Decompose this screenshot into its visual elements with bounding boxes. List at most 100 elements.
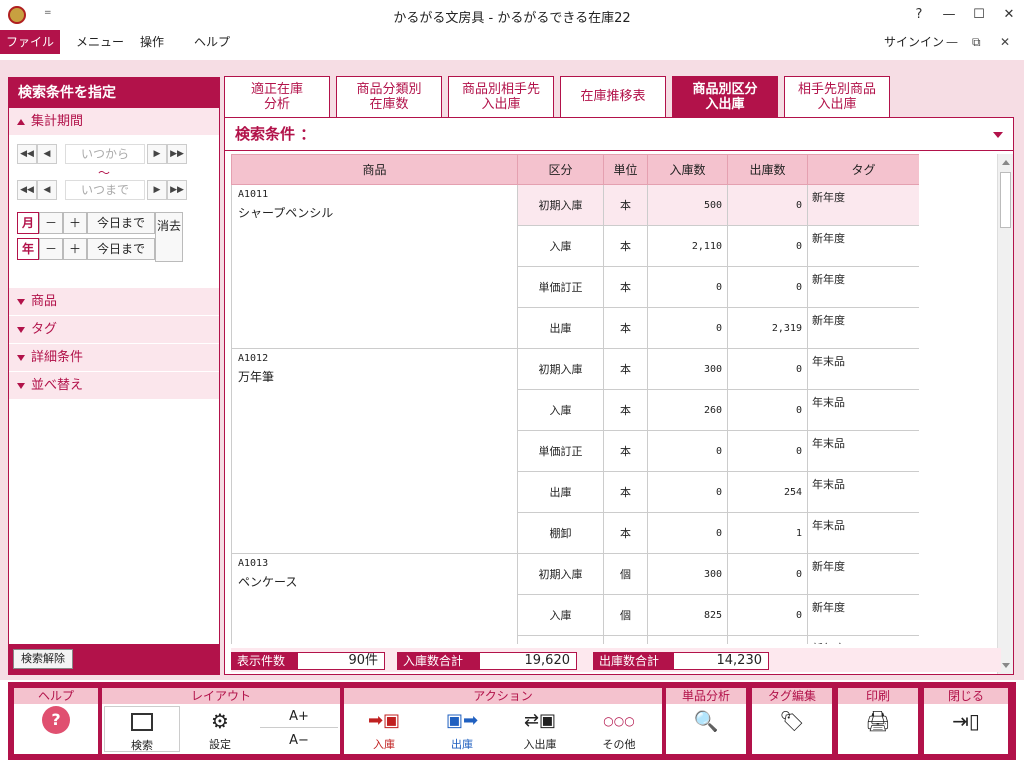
layout-search-label: 検索 — [131, 739, 153, 752]
product-cell[interactable]: A1013 ペンケース — [231, 553, 518, 644]
single-analysis-button[interactable]: 🔍 — [666, 706, 746, 752]
help-button[interactable]: ? — [14, 706, 98, 752]
out-total-value: 14,230 — [673, 652, 769, 670]
clear-period-button[interactable]: 消去 — [155, 212, 183, 262]
last-icon[interactable]: ▶▶ — [167, 144, 187, 164]
col-kubun[interactable]: 区分 — [517, 154, 604, 185]
chevron-down-icon[interactable] — [993, 132, 1003, 138]
in-total-label: 入庫数合計 — [397, 652, 479, 670]
font-up-button[interactable]: A+ — [260, 706, 338, 728]
product-name: ペンケース — [238, 575, 298, 589]
prev-icon[interactable]: ◀ — [37, 180, 57, 200]
ribbon-minimize-icon[interactable]: — — [946, 30, 958, 54]
menu-menu[interactable]: メニュー — [64, 30, 136, 54]
section-period[interactable]: 集計期間 — [9, 108, 219, 136]
col-tag[interactable]: タグ — [807, 154, 919, 185]
tag-edit-button[interactable]: 🏷 — [752, 706, 832, 752]
kubun-cell — [517, 635, 604, 644]
layout-settings-button[interactable]: ⚙ 設定 — [182, 706, 258, 752]
more-icon: ○○○ — [603, 714, 635, 728]
layout-settings-label: 設定 — [209, 738, 231, 751]
unit-cell: 本 — [603, 184, 648, 226]
table-row[interactable]: A1012 万年筆 初期入庫 本 300 0 年末品 — [231, 348, 919, 554]
in-cell: 0 — [647, 471, 728, 513]
tag-icon: 🏷 — [779, 709, 805, 733]
tab-product-partner[interactable]: 商品別相手先 入出庫 — [448, 76, 554, 118]
print-button[interactable]: 🖨 — [838, 706, 918, 752]
out-cell: 1 — [727, 512, 808, 554]
action-out-label: 出庫 — [451, 738, 473, 751]
tab-product-kubun[interactable]: 商品別区分 入出庫 — [672, 76, 778, 118]
unit-cell: 個 — [603, 594, 648, 636]
unit-cell: 個 — [603, 553, 648, 595]
product-cell[interactable]: A1012 万年筆 — [231, 348, 518, 554]
year-plus-button[interactable]: ＋ — [63, 238, 87, 260]
next-icon[interactable]: ▶ — [147, 180, 167, 200]
menu-file[interactable]: ファイル — [0, 30, 60, 54]
month-minus-button[interactable]: － — [39, 212, 63, 234]
col-out[interactable]: 出庫数 — [727, 154, 808, 185]
section-sort-label: 並べ替え — [31, 378, 84, 393]
table-row[interactable]: A1011 シャープペンシル 初期入庫 本 500 0 新年度 — [231, 184, 919, 349]
action-other-button[interactable]: ○○○ その他 — [580, 706, 658, 752]
col-product[interactable]: 商品 — [231, 154, 518, 185]
minimize-icon[interactable]: — — [934, 4, 964, 26]
font-down-button[interactable]: A− — [260, 730, 338, 752]
action-inout-label: 入出庫 — [523, 738, 557, 751]
last-icon[interactable]: ▶▶ — [167, 180, 187, 200]
scroll-up-icon[interactable] — [1002, 160, 1010, 165]
help-icon[interactable]: ? — [904, 4, 934, 26]
close-icon[interactable]: ✕ — [994, 4, 1024, 26]
col-unit[interactable]: 単位 — [603, 154, 648, 185]
maximize-icon[interactable]: ☐ — [964, 4, 994, 26]
month-today-button[interactable]: 今日まで — [87, 212, 155, 234]
col-in[interactable]: 入庫数 — [647, 154, 728, 185]
tab-line2: 分析 — [263, 97, 290, 112]
month-label: 月 — [17, 212, 39, 234]
out-cell: 0 — [727, 430, 808, 472]
section-detail[interactable]: 詳細条件 — [9, 344, 219, 372]
section-sort[interactable]: 並べ替え — [9, 372, 219, 400]
scroll-thumb[interactable] — [1000, 172, 1011, 228]
layout-search-button[interactable]: 検索 — [104, 706, 180, 752]
scroll-down-icon[interactable] — [1002, 663, 1010, 668]
menu-help[interactable]: ヘルプ — [182, 30, 242, 54]
to-date-field[interactable]: いつまで — [65, 180, 145, 200]
first-icon[interactable]: ◀◀ — [17, 180, 37, 200]
tab-line1: 相手先別商品 — [797, 82, 876, 97]
signin-link[interactable]: サインイン — [884, 30, 944, 54]
section-tag[interactable]: タグ — [9, 316, 219, 344]
tab-line1: 商品分類別 — [356, 82, 422, 97]
tab-category-stock[interactable]: 商品分類別 在庫数 — [336, 76, 442, 118]
action-out-button[interactable]: ▣➡ 出庫 — [424, 706, 500, 752]
first-icon[interactable]: ◀◀ — [17, 144, 37, 164]
ribbon-close-icon[interactable]: ✕ — [1000, 30, 1010, 54]
tag-cell: 新年度 — [807, 184, 919, 226]
section-product[interactable]: 商品 — [9, 288, 219, 316]
product-cell[interactable]: A1011 シャープペンシル — [231, 184, 518, 349]
action-in-button[interactable]: ➡▣ 入庫 — [346, 706, 422, 752]
box-out-icon: ▣➡ — [445, 710, 479, 731]
month-plus-button[interactable]: ＋ — [63, 212, 87, 234]
table-row[interactable]: A1013 ペンケース 初期入庫 個 300 0 新年度 — [231, 553, 919, 644]
vertical-scrollbar[interactable] — [997, 154, 1013, 674]
tab-stock-trend[interactable]: 在庫推移表 — [560, 76, 666, 118]
year-today-button[interactable]: 今日まで — [87, 238, 155, 260]
clear-search-button[interactable]: 検索解除 — [13, 649, 73, 669]
out-cell: 0 — [727, 389, 808, 431]
year-minus-button[interactable]: － — [39, 238, 63, 260]
ribbon-restore-icon[interactable]: ⧉ — [972, 30, 981, 54]
next-icon[interactable]: ▶ — [147, 144, 167, 164]
to-date-row: ◀◀ ◀ いつまで ▶ ▶▶ — [17, 180, 191, 200]
tab-stock-analysis[interactable]: 適正在庫 分析 — [224, 76, 330, 118]
year-label: 年 — [17, 238, 39, 260]
expand-icon — [17, 382, 25, 389]
from-date-field[interactable]: いつから — [65, 144, 145, 164]
tab-partner-product[interactable]: 相手先別商品 入出庫 — [784, 76, 890, 118]
search-condition-bar[interactable]: 検索条件 ： — [225, 118, 1013, 151]
close-button[interactable]: ⇥▯ — [924, 706, 1008, 752]
kubun-cell: 出庫 — [517, 307, 604, 349]
menu-operation[interactable]: 操作 — [128, 30, 176, 54]
action-inout-button[interactable]: ⇄▣ 入出庫 — [502, 706, 578, 752]
prev-icon[interactable]: ◀ — [37, 144, 57, 164]
